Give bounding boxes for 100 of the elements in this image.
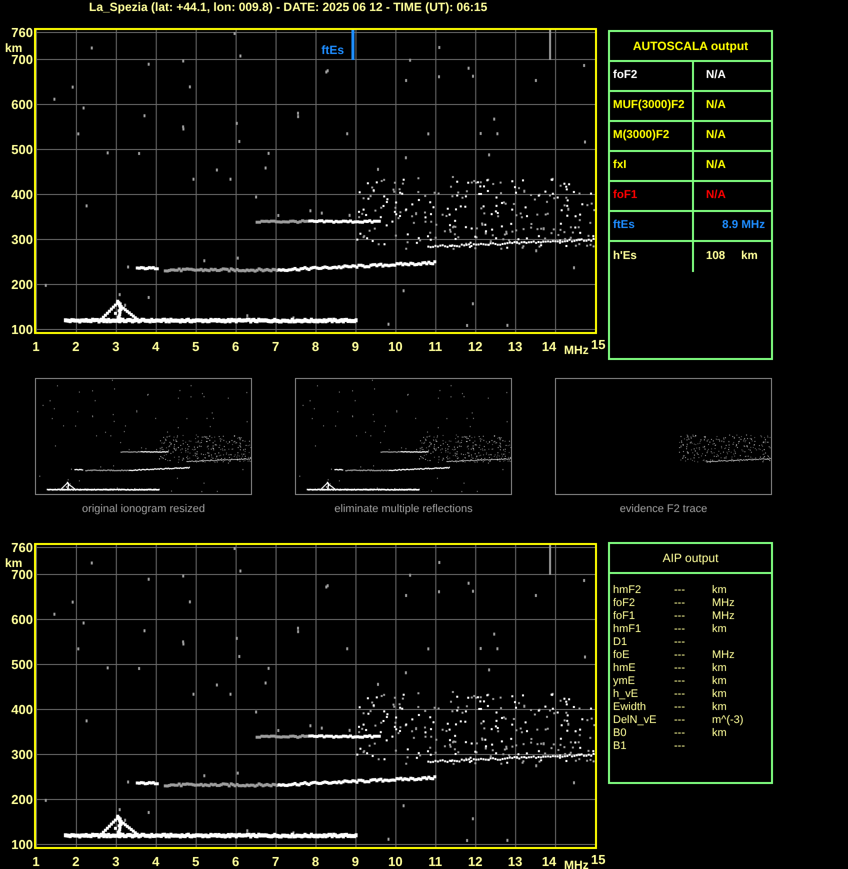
y-axis-tick-label: 200 <box>11 792 33 806</box>
x-axis-tick-label: 2 <box>72 340 80 353</box>
y-axis-unit: km <box>5 556 22 568</box>
x-axis-tick-label: 2 <box>72 854 80 868</box>
x-axis-tick-label: 8 <box>312 854 320 868</box>
parameter-value: --- <box>674 624 686 634</box>
x-axis-tick-label: 6 <box>232 854 240 868</box>
parameter-name: foF1 <box>613 610 636 622</box>
x-axis-tick-label: 7 <box>272 854 280 868</box>
ftes-marker-label: ftEs <box>321 44 344 56</box>
trace-line <box>549 30 552 60</box>
parameter-name: hmF2 <box>613 584 642 596</box>
parameter-value: --- <box>674 702 686 712</box>
y-axis-tick-label: 200 <box>11 278 33 291</box>
parameter-name: fxI <box>613 158 626 174</box>
y-axis-tick-label: 500 <box>11 143 33 156</box>
thumbnail-caption: original ionogram resized <box>82 502 205 517</box>
x-axis-tick-label: 10 <box>388 854 403 868</box>
y-axis-tick-label: 400 <box>11 702 33 716</box>
parameter-value: N/A <box>706 158 726 174</box>
parameter-unit: km <box>712 676 727 686</box>
y-axis-tick-label: 600 <box>11 98 33 111</box>
parameter-name: foF2 <box>613 598 636 608</box>
parameter-name: foE <box>613 650 631 660</box>
x-axis-tick-label: 10 <box>388 340 403 353</box>
parameter-name: M(3000)F2 <box>613 128 670 144</box>
parameter-unit: MHz <box>712 598 735 608</box>
parameter-name: MUF(3000)F2 <box>613 98 685 114</box>
thumbnail-caption: evidence F2 trace <box>620 502 708 517</box>
parameter-name: Ewidth <box>613 702 648 712</box>
x-axis-tick-label: 15 <box>591 338 606 351</box>
y-axis-tick-label: 700 <box>11 568 33 580</box>
parameter-value: --- <box>674 728 686 738</box>
x-axis-tick-label: 6 <box>232 340 240 353</box>
y-axis-unit: km <box>5 42 22 54</box>
y-axis-tick-label: 600 <box>11 612 33 626</box>
table-title: AUTOSCALA output <box>632 38 748 55</box>
parameter-name: hmF1 <box>613 624 642 634</box>
parameter-value: --- <box>674 584 686 596</box>
x-axis-unit: MHz <box>564 858 589 869</box>
parameter-unit: MHz <box>712 650 735 660</box>
parameter-unit: MHz <box>712 610 735 622</box>
y-axis-tick-label: 100 <box>11 323 33 336</box>
x-axis-tick-label: 3 <box>112 340 120 353</box>
x-axis-tick-label: 14 <box>542 340 556 353</box>
y-axis-tick-label: 500 <box>11 658 33 670</box>
x-axis-tick-label: 1 <box>32 854 40 868</box>
parameter-name: B1 <box>613 740 628 752</box>
x-axis-tick-label: 11 <box>428 340 442 353</box>
parameter-unit: km <box>712 702 727 712</box>
parameter-unit: m^(-3) <box>712 714 744 726</box>
x-axis-tick-label: 12 <box>468 340 482 353</box>
parameter-value: --- <box>674 598 686 608</box>
parameter-value: 8.9 MHz <box>722 218 765 234</box>
parameter-name: ftEs <box>613 218 635 234</box>
parameter-name: D1 <box>613 636 628 648</box>
parameter-value: 108 km <box>706 249 758 264</box>
x-axis-tick-label: 13 <box>508 854 522 868</box>
x-axis-tick-label: 8 <box>312 340 320 353</box>
x-axis-tick-label: 4 <box>152 854 160 868</box>
parameter-value: --- <box>674 610 686 622</box>
x-axis-tick-label: 9 <box>352 340 360 353</box>
x-axis-tick-label: 3 <box>112 854 120 868</box>
x-axis-tick-label: 1 <box>32 340 40 353</box>
parameter-name: foF1 <box>613 188 638 204</box>
parameter-unit: km <box>712 584 727 596</box>
parameter-name: foF2 <box>613 68 638 84</box>
parameter-name: h_vE <box>613 688 640 700</box>
y-axis-tick-label: 700 <box>11 53 33 66</box>
panel-title: AIP output <box>662 550 718 566</box>
parameter-name: hmE <box>613 662 637 674</box>
parameter-value: --- <box>674 714 686 726</box>
parameter-name: ymE <box>613 676 636 686</box>
parameter-value: --- <box>674 740 686 752</box>
parameter-unit: km <box>712 624 727 634</box>
parameter-value: --- <box>674 662 686 674</box>
x-axis-unit: MHz <box>564 344 589 356</box>
parameter-value: N/A <box>706 68 726 84</box>
trace-line <box>549 544 552 574</box>
y-axis-tick-label: 100 <box>11 838 33 850</box>
window-title: La_Spezia (lat: +44.1, lon: 009.8) - DATE: 2025 06 12 - TIME (UT): 06:15 <box>89 0 488 14</box>
x-axis-tick-label: 11 <box>428 854 442 868</box>
y-axis-tick-label: 300 <box>11 233 33 246</box>
x-axis-tick-label: 4 <box>152 340 160 353</box>
y-axis-tick-label: 300 <box>11 748 33 760</box>
parameter-value: --- <box>674 636 686 648</box>
parameter-value: N/A <box>706 188 726 204</box>
thumbnail-caption: eliminate multiple reflections <box>334 502 473 517</box>
parameter-value: N/A <box>706 98 726 114</box>
parameter-name: B0 <box>613 728 628 738</box>
parameter-name: DelN_vE <box>613 714 658 726</box>
ftes-marker-line <box>351 30 354 60</box>
x-axis-tick-label: 13 <box>508 340 522 353</box>
parameter-name: h'Es <box>613 249 637 264</box>
x-axis-tick-label: 14 <box>542 854 556 868</box>
y-axis-tick-label: 760 <box>11 26 33 39</box>
x-axis-tick-label: 5 <box>192 340 200 353</box>
parameter-unit: km <box>712 728 727 738</box>
parameter-unit: km <box>712 688 727 700</box>
x-axis-tick-label: 9 <box>352 854 360 868</box>
